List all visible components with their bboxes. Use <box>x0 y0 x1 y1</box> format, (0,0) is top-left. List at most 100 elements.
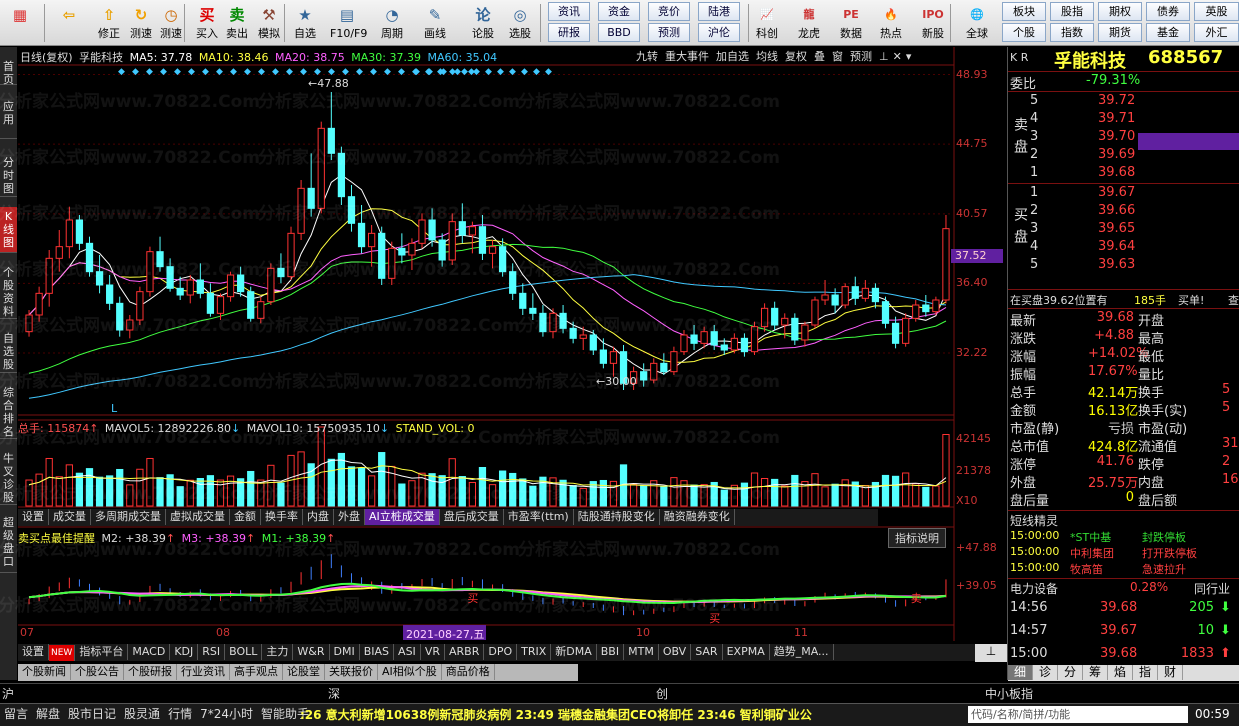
toolbar-small-button[interactable]: 资金 <box>598 2 640 21</box>
toolbar-pencil-button[interactable]: ✎ 画线 <box>418 2 452 44</box>
status-tab[interactable]: 7*24小时 <box>196 704 257 725</box>
toolbar-right-button[interactable]: 英股 <box>1194 2 1239 21</box>
toolbar-right-button[interactable]: 债券 <box>1146 2 1190 21</box>
search-input[interactable]: 代码/名称/简拼/功能 <box>968 706 1188 723</box>
indicator-tab[interactable]: TRIX <box>517 644 552 660</box>
quote-tab[interactable]: 诊 <box>1033 665 1058 680</box>
kline-menu-item[interactable]: 均线 <box>756 50 778 63</box>
volume-tab[interactable]: 市盈率(ttm) <box>504 509 574 525</box>
toolbar-period-button[interactable]: ◔ 周期 <box>375 2 409 44</box>
toolbar-data-button[interactable]: PE 数据 <box>832 2 870 44</box>
indicator-tab[interactable]: 主力 <box>262 644 294 660</box>
volume-tab[interactable]: 融资融券变化 <box>660 509 735 525</box>
toolbar-small-button[interactable]: 资讯 <box>548 2 590 21</box>
toolbar-kline-button[interactable]: 📈 科创 <box>748 2 786 44</box>
indicator-tab[interactable]: BIAS <box>360 644 395 660</box>
news-tab[interactable]: 商品价格 <box>442 664 495 680</box>
toolbar-hot-button[interactable]: 🔥 热点 <box>872 2 910 44</box>
toolbar-star-button[interactable]: ★ 自选 <box>288 2 322 44</box>
toolbar-back-arrow-button[interactable]: ⇦ <box>52 2 86 44</box>
news-tab[interactable]: 行业资讯 <box>177 664 230 680</box>
volume-tab[interactable]: 内盘 <box>303 509 334 525</box>
volume-tab[interactable]: 设置 <box>18 509 49 525</box>
status-tab[interactable]: 股灵通 <box>120 704 164 725</box>
status-tab[interactable]: 留言 <box>0 704 32 725</box>
leftnav-item-4[interactable]: 个股资料 <box>0 263 17 319</box>
toolbar-right-button[interactable]: 板块 <box>1002 2 1046 21</box>
toolbar-dragon-button[interactable]: 龍龙虎 <box>790 2 828 44</box>
quote-tab[interactable]: 财 <box>1158 665 1183 680</box>
toolbar-hammer-button[interactable]: ⚒ 模拟 <box>252 2 286 44</box>
indicator-tab[interactable]: RSI <box>198 644 226 660</box>
indicator-tab[interactable]: KDJ <box>170 644 199 660</box>
quote-tab[interactable]: 细 <box>1008 665 1033 680</box>
toolbar-small-button[interactable]: 陆港 <box>698 2 740 21</box>
market-zxb[interactable]: 中小板指 <box>985 685 1033 702</box>
pin-icon[interactable]: ⊥ <box>975 644 1007 662</box>
volume-tab[interactable]: 盘后成交量 <box>440 509 504 525</box>
indicator-tab[interactable]: 设置 <box>18 644 49 660</box>
toolbar-small-button[interactable]: 研报 <box>548 23 590 42</box>
leftnav-item-1[interactable]: 应用 <box>0 97 17 139</box>
indicator-tab[interactable]: 指标平台 <box>75 644 129 660</box>
leftnav-item-2[interactable]: 分时图 <box>0 153 17 197</box>
toolbar-small-button[interactable]: 预测 <box>648 23 690 42</box>
toolbar-right-button[interactable]: 期权 <box>1098 2 1142 21</box>
close-icon[interactable]: ✕ <box>893 50 902 63</box>
toolbar-lunzheng-button[interactable]: 论论股 <box>466 2 500 44</box>
leftnav-item-0[interactable]: 首页 <box>0 57 17 86</box>
period-label[interactable]: 日线(复权) <box>20 51 73 64</box>
toolbar-up-arrow-button[interactable]: ⇧ 修正 <box>92 2 126 44</box>
toolbar-select-stock-button[interactable]: ◎ 选股 <box>503 2 537 44</box>
indicator-tab[interactable]: DMI <box>330 644 360 660</box>
kline-menu-item[interactable]: 窗 <box>832 50 843 63</box>
market-sh[interactable]: 沪 <box>2 685 14 702</box>
leftnav-item-5[interactable]: 自选股 <box>0 329 17 373</box>
indicator-tab[interactable]: BOLL <box>225 644 263 660</box>
news-tab[interactable]: 关联报价 <box>325 664 378 680</box>
kline-chart-svg[interactable]: ◆ ◆ ◆ ◆ ◆ ◆ ◆ ◆ ◆ ◆ ◆ ◆ ◆ ◆ ◆ ◆ ◆ ◆ ◆ ◆ ◆ ◆ ◆ ◆ ◆ ◆◆ ◆ ◆ ◆ ◆ ◆ ◆ ◆ ◆ ◆ ◆ ◆买买… <box>18 47 1006 641</box>
toolbar-small-button[interactable]: 竞价 <box>648 2 690 21</box>
news-tab[interactable]: 高手观点 <box>230 664 283 680</box>
toolbar-globe-button[interactable]: 🌐 全球 <box>958 2 996 44</box>
indicator-tab[interactable]: OBV <box>659 644 692 660</box>
news-tab[interactable]: 论股堂 <box>283 664 325 680</box>
toolbar-new-stock-button[interactable]: IPO 新股 <box>914 2 952 44</box>
indicator-tab[interactable]: 趋势_MA... <box>770 644 834 660</box>
leftnav-item-3[interactable]: K线图 <box>0 207 17 253</box>
indicator-explain-button[interactable]: 指标说明 <box>888 528 946 548</box>
indicator-tab[interactable]: VR <box>421 644 445 660</box>
indicator-tab[interactable]: MTM <box>624 644 659 660</box>
indicator-tab[interactable]: ARBR <box>445 644 485 660</box>
toolbar-logo-button[interactable]: ▦ <box>3 2 37 44</box>
volume-tab[interactable]: 陆股通持股变化 <box>574 509 660 525</box>
toolbar-sell-button[interactable]: 卖卖出 <box>220 2 254 44</box>
chevron-down-icon[interactable]: ▾ <box>906 50 912 63</box>
toolbar-clock-button[interactable]: ◷ 测速 <box>154 2 188 44</box>
volume-tab[interactable]: 金额 <box>230 509 261 525</box>
kline-menu-item[interactable]: 九转 <box>636 50 658 63</box>
leftnav-item-7[interactable]: 牛叉诊股 <box>0 449 17 505</box>
kline-menu-item[interactable]: 预测 <box>850 50 872 63</box>
indicator-tab[interactable]: DPO <box>484 644 518 660</box>
quote-tab[interactable]: 分 <box>1058 665 1083 680</box>
volume-tab[interactable]: 外盘 <box>334 509 365 525</box>
indicator-tab[interactable]: NEW <box>49 645 76 661</box>
quote-tab[interactable]: 指 <box>1133 665 1158 680</box>
quote-tab[interactable]: 筹 <box>1083 665 1108 680</box>
pin-icon[interactable]: ⊥ <box>879 50 889 63</box>
quote-tab[interactable]: 焰 <box>1108 665 1133 680</box>
volume-tab[interactable]: 换手率 <box>261 509 303 525</box>
toolbar-refresh-button[interactable]: ↻ 测速 <box>124 2 158 44</box>
indicator-tab[interactable]: EXPMA <box>723 644 770 660</box>
indicator-tab[interactable]: BBI <box>597 644 625 660</box>
toolbar-right-button[interactable]: 外汇 <box>1194 23 1239 42</box>
toolbar-f10-button[interactable]: ▤ F10/F9 <box>330 2 367 44</box>
toolbar-right-button[interactable]: 指数 <box>1050 23 1094 42</box>
volume-tab[interactable]: 成交量 <box>49 509 91 525</box>
volume-tab[interactable]: 虚拟成交量 <box>166 509 230 525</box>
indicator-tab[interactable]: ASI <box>394 644 421 660</box>
toolbar-buy-button[interactable]: 买买入 <box>190 2 224 44</box>
market-sz[interactable]: 深 <box>328 685 340 702</box>
market-cy[interactable]: 创 <box>656 685 668 702</box>
